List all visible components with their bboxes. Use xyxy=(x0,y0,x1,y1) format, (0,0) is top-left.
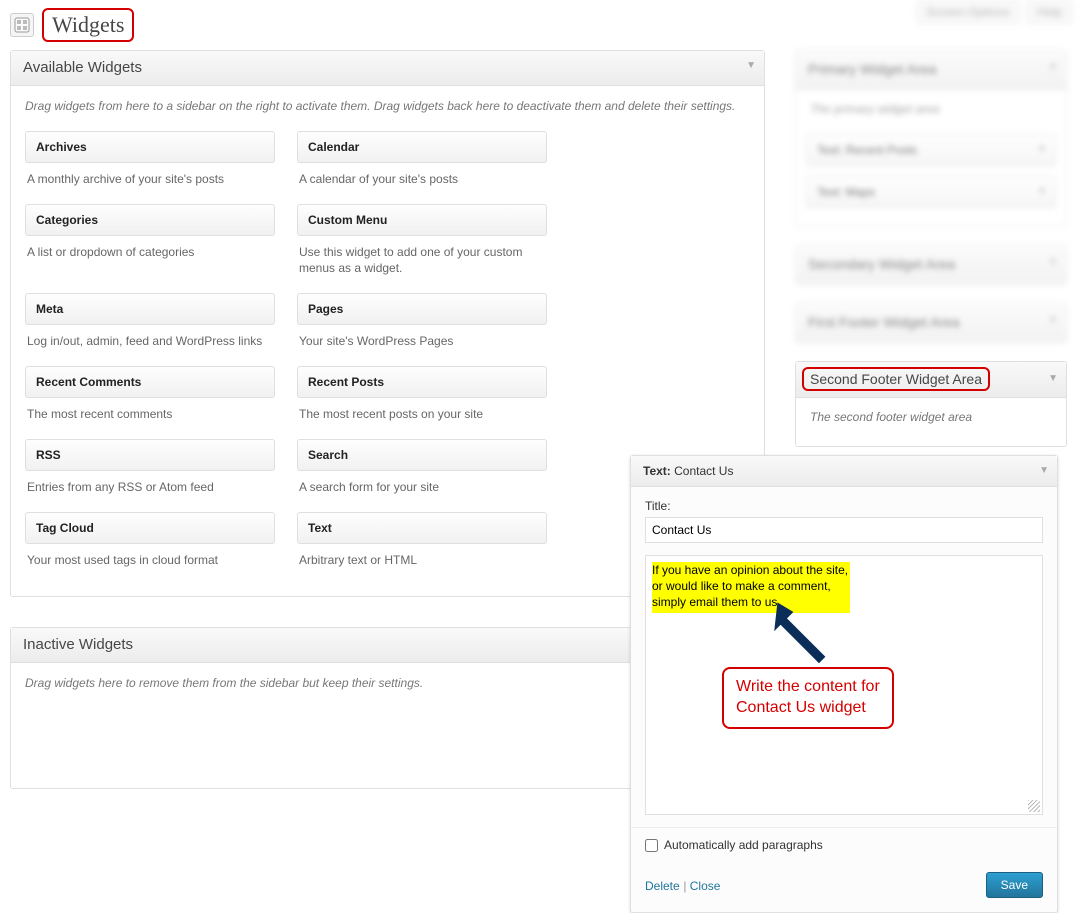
available-widget-handle[interactable]: RSS xyxy=(25,439,275,471)
available-widget-handle[interactable]: Archives xyxy=(25,131,275,163)
annotation-callout: Write the content forContact Us widget xyxy=(722,667,894,729)
available-widget-handle[interactable]: Recent Comments xyxy=(25,366,275,398)
widget-label: Text: Recent Posts xyxy=(817,143,917,157)
available-widget-desc: Arbitrary text or HTML xyxy=(297,544,547,573)
first-footer-widget-area-title: First Footer Widget Area xyxy=(808,314,960,330)
primary-widget-area[interactable]: Primary Widget Area ▼ The primary widget … xyxy=(795,50,1067,227)
sidebar-widget-item[interactable]: Text: Recent Posts ▼ xyxy=(806,134,1056,166)
secondary-widget-area[interactable]: Secondary Widget Area ▼ xyxy=(795,245,1067,285)
available-widget-handle[interactable]: Recent Posts xyxy=(297,366,547,398)
available-widget-handle[interactable]: Custom Menu xyxy=(297,204,547,236)
available-widget-desc: Log in/out, admin, feed and WordPress li… xyxy=(25,325,275,354)
top-right-buttons: Screen Options Help xyxy=(916,0,1073,24)
available-widget-handle[interactable]: Categories xyxy=(25,204,275,236)
chevron-down-icon[interactable]: ▼ xyxy=(746,60,756,71)
help-button[interactable]: Help xyxy=(1026,0,1073,24)
widget-label: Text: Maps xyxy=(817,185,875,199)
highlighted-content: If you have an opinion about the site,or… xyxy=(652,562,850,613)
available-widget-desc: A monthly archive of your site's posts xyxy=(25,163,275,192)
available-widgets-desc: Drag widgets from here to a sidebar on t… xyxy=(11,86,764,121)
second-footer-widget-area-desc: The second footer widget area xyxy=(796,398,1066,436)
second-footer-widget-area[interactable]: Second Footer Widget Area ▼ The second f… xyxy=(795,361,1067,447)
chevron-down-icon[interactable]: ▼ xyxy=(1048,373,1058,384)
available-widget-handle[interactable]: Text xyxy=(297,512,547,544)
available-widgets-title: Available Widgets xyxy=(23,59,142,76)
available-widget-desc: The most recent comments xyxy=(25,398,275,427)
available-widget-desc: A search form for your site xyxy=(297,471,547,500)
chevron-down-icon[interactable]: ▼ xyxy=(1048,257,1058,268)
resize-handle-icon[interactable] xyxy=(1028,800,1040,812)
widgets-icon xyxy=(10,13,34,37)
available-widget-desc: Use this widget to add one of your custo… xyxy=(297,236,547,282)
available-widget-desc: Your site's WordPress Pages xyxy=(297,325,547,354)
available-widget-handle[interactable]: Pages xyxy=(297,293,547,325)
title-field-label: Title: xyxy=(645,499,1043,513)
delete-link[interactable]: Delete xyxy=(645,879,680,893)
page-title: Widgets xyxy=(52,12,124,38)
close-link[interactable]: Close xyxy=(690,879,721,893)
available-widget-handle[interactable]: Search xyxy=(297,439,547,471)
first-footer-widget-area[interactable]: First Footer Widget Area ▼ xyxy=(795,303,1067,343)
available-widget-desc: A calendar of your site's posts xyxy=(297,163,547,192)
available-widget-desc: A list or dropdown of categories xyxy=(25,236,275,265)
available-widget-handle[interactable]: Tag Cloud xyxy=(25,512,275,544)
autop-label: Automatically add paragraphs xyxy=(664,838,823,852)
primary-widget-area-desc: The primary widget area xyxy=(796,90,1066,128)
chevron-down-icon[interactable]: ▼ xyxy=(1037,186,1047,197)
sidebar-widget-item[interactable]: Text: Maps ▼ xyxy=(806,176,1056,208)
chevron-down-icon[interactable]: ▼ xyxy=(1037,144,1047,155)
page-title-highlight: Widgets xyxy=(42,8,134,42)
available-widget-desc: Your most used tags in cloud format xyxy=(25,544,275,573)
available-widget-handle[interactable]: Calendar xyxy=(297,131,547,163)
second-footer-widget-area-title: Second Footer Widget Area xyxy=(810,371,982,387)
second-footer-title-highlight: Second Footer Widget Area xyxy=(802,367,990,391)
save-button[interactable]: Save xyxy=(986,872,1043,898)
chevron-down-icon[interactable]: ▼ xyxy=(1048,315,1058,326)
chevron-down-icon[interactable]: ▼ xyxy=(1039,465,1049,476)
secondary-widget-area-title: Secondary Widget Area xyxy=(808,256,955,272)
editor-head-prefix: Text: xyxy=(643,464,671,478)
available-widget-desc: Entries from any RSS or Atom feed xyxy=(25,471,275,500)
primary-widget-area-title: Primary Widget Area xyxy=(808,61,936,77)
available-widget-desc: The most recent posts on your site xyxy=(297,398,547,427)
available-widget-handle[interactable]: Meta xyxy=(25,293,275,325)
chevron-down-icon[interactable]: ▼ xyxy=(1048,62,1058,73)
inactive-widgets-title: Inactive Widgets xyxy=(23,636,133,653)
editor-header[interactable]: Text: Contact Us ▼ xyxy=(631,456,1057,487)
editor-head-name: Contact Us xyxy=(671,464,734,478)
autop-checkbox[interactable] xyxy=(645,839,658,852)
screen-options-button[interactable]: Screen Options xyxy=(916,0,1021,24)
widget-title-input[interactable] xyxy=(645,517,1043,543)
available-widgets-header[interactable]: Available Widgets ▼ xyxy=(11,51,764,86)
